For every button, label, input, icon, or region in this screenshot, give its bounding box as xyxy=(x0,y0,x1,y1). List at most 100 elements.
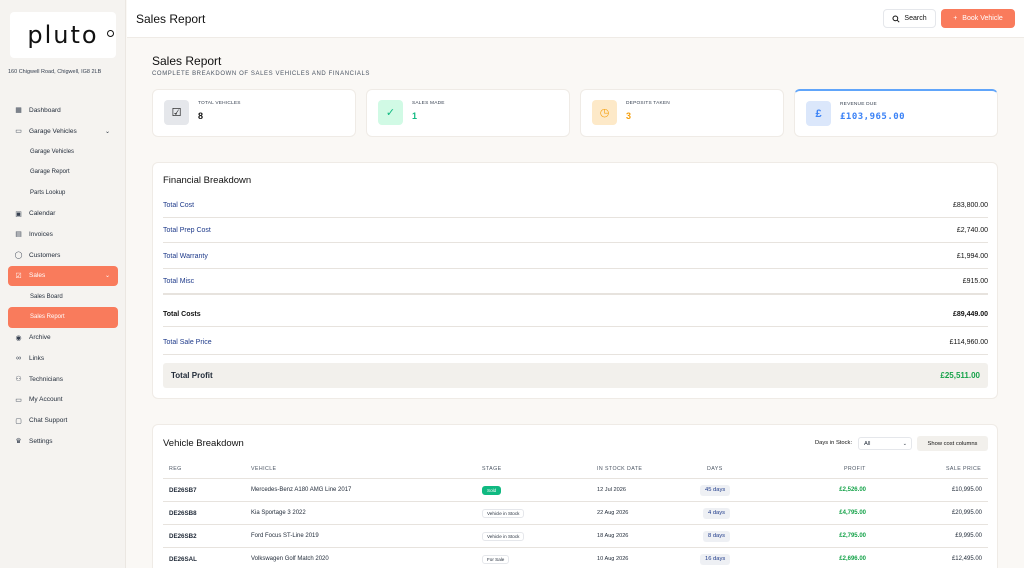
cell-profit: £2,795.00 xyxy=(839,533,866,539)
sidebar-item-archive[interactable]: ◉ Archive xyxy=(8,328,118,349)
topbar-title: Sales Report xyxy=(136,12,206,26)
sidebar-item-label: Calendar xyxy=(29,210,56,218)
sidebar-item-label: Parts Lookup xyxy=(30,190,66,197)
search-icon xyxy=(892,14,900,23)
book-vehicle-label: Book Vehicle xyxy=(962,15,1003,22)
sidebar-subitem-garage-vehicles[interactable]: Garage Vehicles xyxy=(8,141,118,162)
column-header-profit[interactable]: PROFIT xyxy=(844,466,866,472)
sidebar-item-my-account[interactable]: ▭ My Account xyxy=(8,390,118,411)
stage-badge: Vehicle in Stock xyxy=(482,508,525,518)
financial-row-label: Total Prep Cost xyxy=(163,226,211,234)
page-title: Sales Report xyxy=(152,54,222,68)
stat-value: 3 xyxy=(626,111,632,121)
sidebar-item-label: Chat Support xyxy=(29,417,68,425)
column-header-in-stock-date[interactable]: IN STOCK DATE xyxy=(597,466,642,472)
cell-in-stock-date: 22 Aug 2026 xyxy=(597,510,629,516)
sidebar-item-links[interactable]: ∞ Links xyxy=(8,348,118,369)
chevron-down-icon: ⌄ xyxy=(104,128,110,135)
book-vehicle-button[interactable]: + Book Vehicle xyxy=(941,9,1015,28)
sidebar-item-settings[interactable]: ♛ Settings xyxy=(8,431,118,452)
financial-row: Total Sale Price £114,960.00 xyxy=(163,330,988,355)
column-header-vehicle[interactable]: VEHICLE xyxy=(251,466,276,472)
vehicle-breakdown-title: Vehicle Breakdown xyxy=(163,438,244,449)
days-in-stock-select[interactable]: All ⌄ xyxy=(858,437,912,450)
cell-sale-price: £20,995.00 xyxy=(951,510,982,516)
stat-value: 8 xyxy=(198,111,204,121)
sidebar-item-label: Links xyxy=(29,355,45,363)
invoice-icon: ▤ xyxy=(15,231,22,239)
sidebar-item-label: Garage Vehicles xyxy=(29,127,77,135)
days-badge: 16 days xyxy=(700,553,731,565)
sidebar-subitem-sales-board[interactable]: Sales Board xyxy=(8,286,118,307)
column-header-sale-price[interactable]: SALE PRICE xyxy=(946,466,981,472)
search-button[interactable]: Search xyxy=(883,9,936,28)
financial-row-value: £2,740.00 xyxy=(956,226,988,234)
sidebar-item-calendar[interactable]: ▣ Calendar xyxy=(8,203,118,224)
sidebar-item-dashboard[interactable]: ▦ Dashboard xyxy=(8,100,118,121)
check-box-icon: ☑ xyxy=(164,100,189,125)
cell-in-stock-date: 18 Aug 2026 xyxy=(597,533,629,539)
topbar: Sales Report Search + Book Vehicle xyxy=(127,0,1024,38)
logo[interactable]: pluto xyxy=(10,12,116,58)
stage-badge: For Sale xyxy=(482,554,510,564)
days-badge: 45 days xyxy=(700,484,731,496)
sidebar-item-label: Garage Vehicles xyxy=(30,148,75,155)
cell-vehicle: Kia Sportage 3 2022 xyxy=(251,510,306,516)
table-row[interactable]: DE26SB7 Mercedes-Benz A180 AMG Line 2017… xyxy=(163,478,988,501)
table-row[interactable]: DE26SB8 Kia Sportage 3 2022 Vehicle in S… xyxy=(163,501,988,524)
financial-breakdown-title: Financial Breakdown xyxy=(163,175,252,186)
link-icon: ∞ xyxy=(16,355,21,363)
days-badge: 8 days xyxy=(703,530,731,542)
garage-address: 160 Chigwell Road, Chigwell, IG8 2LB xyxy=(8,69,102,75)
column-header-reg[interactable]: REG xyxy=(169,466,182,472)
stat-label: REVENUE DUE xyxy=(840,102,877,107)
sidebar-subitem-garage-report[interactable]: Garage Report xyxy=(8,162,118,183)
sidebar-nav: ▦ Dashboard ▭ Garage Vehicles ⌄ Garage Vehi… xyxy=(8,100,118,452)
financial-row: Total Cost £83,800.00 xyxy=(163,193,988,218)
chevron-down-icon: ⌄ xyxy=(902,440,907,447)
card-icon: ▭ xyxy=(15,396,22,404)
sidebar-item-label: Sales Board xyxy=(30,293,63,300)
financial-row: Total Prep Cost £2,740.00 xyxy=(163,218,988,243)
cell-vehicle: Volkswagen Golf Match 2020 xyxy=(251,556,329,562)
cell-in-stock-date: 12 Jul 2026 xyxy=(597,487,626,493)
cell-profit: £2,696.00 xyxy=(839,556,866,562)
financial-row-value: £114,960.00 xyxy=(949,338,988,346)
sidebar-item-chat-support[interactable]: ▢ Chat Support xyxy=(8,410,118,431)
show-cost-columns-button[interactable]: Show cost columns xyxy=(917,436,988,451)
table-row[interactable]: DE26SB2 Ford Focus ST-Line 2019 Vehicle … xyxy=(163,524,988,547)
financial-row-value: £1,994.00 xyxy=(956,252,988,260)
cell-vehicle: Ford Focus ST-Line 2019 xyxy=(251,533,319,539)
financial-row-label: Total Cost xyxy=(163,201,195,209)
sidebar-item-sales[interactable]: ☑ Sales ⌄ xyxy=(8,265,118,287)
sidebar-item-invoices[interactable]: ▤ Invoices xyxy=(8,224,118,245)
financial-row-label: Total Sale Price xyxy=(163,338,212,346)
cell-profit: £2,526.00 xyxy=(839,487,866,493)
cell-in-stock-date: 10 Aug 2026 xyxy=(597,556,629,562)
stat-card-sales-made: ✓ SALES MADE 1 xyxy=(366,89,570,137)
days-in-stock-label: Days in Stock: xyxy=(815,440,853,446)
stage-badge: Sold xyxy=(482,485,502,495)
table-row[interactable]: DE26SAL Volkswagen Golf Match 2020 For S… xyxy=(163,547,988,568)
cell-reg: DE26SB7 xyxy=(169,486,197,494)
sidebar-item-customers[interactable]: ◯ Customers xyxy=(8,245,118,266)
cell-sale-price: £10,995.00 xyxy=(951,487,982,493)
column-header-stage[interactable]: STAGE xyxy=(482,466,502,472)
column-header-days[interactable]: DAYS xyxy=(707,466,723,472)
stat-card-total-vehicles: ☑ TOTAL VEHICLES 8 xyxy=(152,89,356,137)
stat-value: 1 xyxy=(412,111,418,121)
sidebar-subitem-parts-lookup[interactable]: Parts Lookup xyxy=(8,183,118,204)
cell-reg: DE26SB8 xyxy=(169,509,197,517)
sidebar-subitem-sales-report[interactable]: Sales Report xyxy=(8,306,118,328)
sidebar-item-garage-vehicles[interactable]: ▭ Garage Vehicles ⌄ xyxy=(8,121,118,142)
users-icon: ⚇ xyxy=(15,376,22,384)
stat-value: £103,965.00 xyxy=(840,112,906,122)
cell-reg: DE26SAL xyxy=(169,555,197,563)
search-button-label: Search xyxy=(904,15,927,22)
cell-profit: £4,795.00 xyxy=(839,510,866,516)
sidebar-item-label: Technicians xyxy=(29,375,63,383)
crown-icon: ♛ xyxy=(15,438,22,446)
sidebar-item-technicians[interactable]: ⚇ Technicians xyxy=(8,369,118,390)
check-circle-icon: ✓ xyxy=(378,100,403,125)
logo-text: pluto xyxy=(27,21,99,49)
